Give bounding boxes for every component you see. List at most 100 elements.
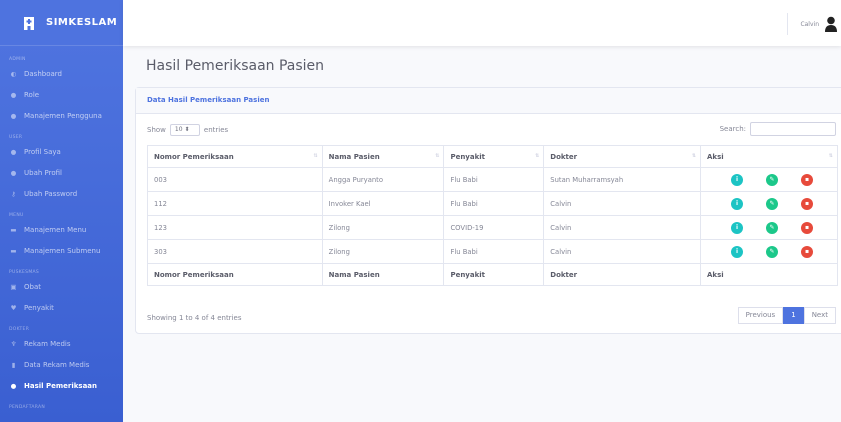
trash-icon: ▪: [804, 176, 810, 183]
edit-button[interactable]: ✎: [766, 197, 779, 210]
edit-button[interactable]: ✎: [766, 221, 779, 234]
sidebar-item-penyakit[interactable]: ♥ Penyakit: [0, 297, 123, 318]
sidebar-item-data-rekam-medis[interactable]: ▮ Data Rekam Medis: [0, 354, 123, 375]
delete-button[interactable]: ▪: [801, 173, 814, 186]
cell-nama: Zilong: [321, 215, 445, 240]
next-button[interactable]: Next: [803, 307, 836, 324]
cell-nama: Zilong: [321, 239, 445, 264]
sidebar-heading-pendaftaran: PENDAFTARAN: [9, 405, 46, 410]
table-row: 123 Zilong COVID-19 Calvin i ✎ ▪: [147, 215, 838, 240]
cell-nomor: 303: [147, 239, 323, 264]
detail-button[interactable]: i: [731, 245, 744, 258]
detail-button[interactable]: i: [731, 221, 744, 234]
sidebar-item-manajemen-submenu[interactable]: ▬ Manajemen Submenu: [0, 240, 123, 261]
edit-icon: ✎: [769, 224, 775, 231]
col-header-nomor[interactable]: Nomor Pemeriksaan ⇅: [147, 145, 323, 168]
user-menu[interactable]: Calvin: [787, 13, 837, 35]
edit-button[interactable]: ✎: [766, 245, 779, 258]
folder-icon: ▬: [10, 225, 17, 234]
sort-icon: ⇅: [691, 153, 697, 159]
brand[interactable]: SIMKESLAM: [0, 0, 123, 46]
sidebar-item-rekam-medis[interactable]: ♆ Rekam Medis: [0, 333, 123, 354]
sidebar-heading-user: USER: [9, 135, 23, 140]
data-table: Nomor Pemeriksaan ⇅ Nama Pasien ⇅ Penyakit…: [147, 145, 838, 286]
user-edit-icon: ●: [10, 168, 17, 177]
sidebar-heading-admin: ADMIN: [9, 57, 26, 62]
table-info: Showing 1 to 4 of 4 entries: [147, 314, 242, 322]
sidebar-item-profil-saya[interactable]: ● Profil Saya: [0, 141, 123, 162]
folder-open-icon: ▬: [10, 246, 17, 255]
sort-icon: ⇅: [435, 153, 440, 159]
brand-name: SIMKESLAM: [46, 17, 118, 28]
edit-icon: ✎: [769, 176, 775, 183]
pills-icon: ▣: [10, 282, 17, 291]
detail-button[interactable]: i: [731, 197, 744, 210]
col-header-label: Nama Pasien: [328, 152, 380, 161]
sort-icon: ⇅: [828, 153, 833, 159]
card-header: Data Hasil Pemeriksaan Pasien: [136, 88, 841, 114]
sidebar-item-ubah-profil[interactable]: ● Ubah Profil: [0, 162, 123, 183]
sidebar-item-label: Rekam Medis: [24, 339, 71, 348]
cell-dokter: Calvin: [543, 239, 702, 264]
sidebar: SIMKESLAM ADMIN ◐ Dashboard ● Role ● Manaje…: [0, 0, 123, 422]
cell-nama: Angga Puryanto: [321, 167, 445, 192]
sidebar-item-label: Role: [24, 90, 40, 99]
pagination: Previous 1 Next: [737, 307, 836, 324]
cell-aksi: i ✎ ▪: [700, 239, 838, 264]
delete-button[interactable]: ▪: [801, 245, 814, 258]
sort-icon: ⇅: [535, 153, 540, 159]
info-icon: i: [735, 224, 739, 231]
delete-button[interactable]: ▪: [801, 221, 814, 234]
entries-value: 10: [174, 126, 183, 133]
delete-button[interactable]: ▪: [801, 197, 814, 210]
edit-button[interactable]: ✎: [766, 173, 779, 186]
cell-nama: Invoker Kael: [321, 191, 445, 216]
user-md-icon: ●: [10, 381, 17, 390]
users-icon: ●: [10, 111, 17, 120]
data-card: Data Hasil Pemeriksaan Pasien Show 10 ⬍ …: [135, 87, 841, 334]
sidebar-item-role[interactable]: ● Role: [0, 84, 123, 105]
edit-icon: ✎: [769, 248, 775, 255]
virus-icon: ♥: [10, 303, 17, 312]
sidebar-heading-puskesmas: PUSKESMAS: [9, 270, 40, 275]
sidebar-item-label: Manajemen Submenu: [24, 246, 101, 255]
col-header-dokter[interactable]: Dokter ⇅: [543, 145, 702, 168]
table-row: 003 Angga Puryanto Flu Babi Sutan Muharr…: [147, 167, 838, 192]
sidebar-item-label: Ubah Profil: [24, 168, 62, 177]
entries-label: entries: [203, 126, 229, 134]
cell-penyakit: Flu Babi: [443, 239, 545, 264]
detail-button[interactable]: i: [731, 173, 744, 186]
sidebar-item-ubah-password[interactable]: ⚷ Ubah Password: [0, 183, 123, 204]
sidebar-item-label: Penyakit: [24, 303, 54, 312]
page-1-button[interactable]: 1: [783, 307, 804, 324]
previous-button[interactable]: Previous: [737, 307, 784, 324]
sidebar-item-label: Obat: [24, 282, 41, 291]
sidebar-item-label: Ubah Password: [24, 189, 78, 198]
cell-aksi: i ✎ ▪: [700, 167, 838, 192]
search-label: Search:: [719, 125, 746, 133]
col-header-nama[interactable]: Nama Pasien ⇅: [321, 145, 445, 168]
cell-penyakit: Flu Babi: [443, 167, 545, 192]
table-row: 303 Zilong Flu Babi Calvin i ✎ ▪: [147, 239, 838, 264]
stethoscope-icon: ♆: [10, 339, 17, 348]
sidebar-item-manajemen-menu[interactable]: ▬ Manajemen Menu: [0, 219, 123, 240]
cell-penyakit: Flu Babi: [443, 191, 545, 216]
show-label: Show: [147, 126, 166, 134]
dashboard-icon: ◐: [10, 69, 17, 78]
entries-select[interactable]: 10 ⬍: [169, 124, 200, 136]
topbar: Calvin: [123, 0, 841, 46]
col-header-penyakit[interactable]: Penyakit ⇅: [443, 145, 545, 168]
col-header-aksi[interactable]: Aksi ⇅: [700, 145, 838, 168]
search-box: Search:: [720, 122, 836, 136]
cell-nomor: 123: [147, 215, 323, 240]
sidebar-item-hasil-pemeriksaan[interactable]: ● Hasil Pemeriksaan: [0, 375, 123, 396]
info-icon: i: [735, 176, 739, 183]
col-footer-nomor: Nomor Pemeriksaan: [147, 263, 323, 286]
trash-icon: ▪: [804, 224, 810, 231]
col-footer-nama: Nama Pasien: [321, 263, 445, 286]
sidebar-item-obat[interactable]: ▣ Obat: [0, 276, 123, 297]
sidebar-item-manajemen-pengguna[interactable]: ● Manajemen Pengguna: [0, 105, 123, 126]
search-input[interactable]: [750, 122, 836, 136]
sidebar-item-dashboard[interactable]: ◐ Dashboard: [0, 63, 123, 84]
col-header-label: Aksi: [707, 152, 724, 161]
